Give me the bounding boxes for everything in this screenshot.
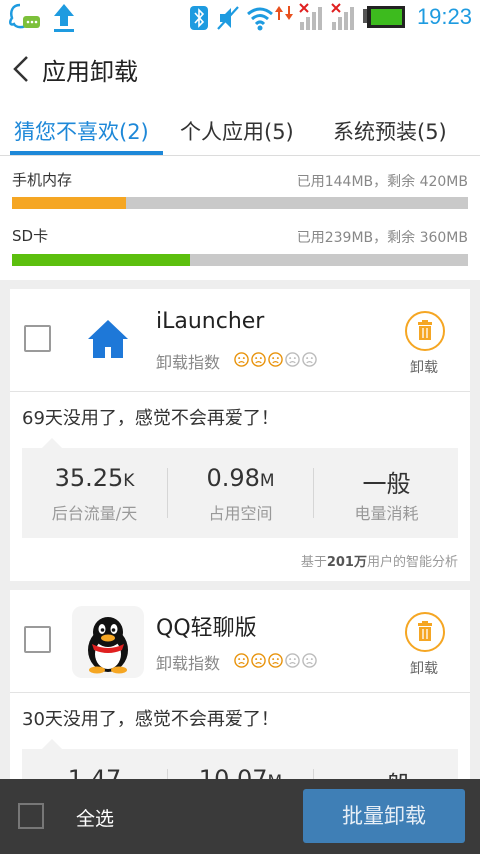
app-stats: 35.25K 后台流量/天 0.98M 占用空间 一般 电量消耗 [22, 448, 458, 538]
status-bar: 19:23 [0, 0, 480, 36]
analysis-note: 基于201万用户的智能分析 [301, 551, 458, 570]
app-comment: 69天没用了，感觉不会再爱了！ [22, 408, 279, 429]
stats-pointer [42, 438, 62, 448]
stat-label: 后台流量/天 [51, 504, 138, 523]
mute-icon [217, 6, 239, 30]
app-checkbox[interactable] [24, 325, 51, 352]
qq-penguin-app-icon [72, 606, 144, 678]
stat-label: 电量消耗 [354, 504, 419, 523]
analysis-prefix: 基于 [300, 555, 327, 570]
battery-icon [363, 6, 405, 28]
page-title: 应用卸载 [42, 58, 138, 86]
app-header: 应用卸载 [0, 36, 480, 102]
app-name: QQ轻聊版 [156, 616, 257, 641]
uninstall-index-rating [234, 653, 317, 668]
stat-value: 35.25 [54, 464, 124, 492]
card-divider [10, 391, 470, 392]
stat-battery: 一般 电量消耗 [314, 448, 459, 538]
sad-face-empty-icon [285, 352, 300, 367]
sad-face-icon [251, 653, 266, 668]
storage-panel: 手机内存 已用144MB，剩余 420MB SD卡 已用239MB，剩余 360… [0, 156, 480, 280]
tab-disliked[interactable]: 猜您不喜欢(2) [14, 116, 149, 146]
tab-personal-apps[interactable]: 个人应用(5) [180, 116, 294, 146]
wifi-icon [247, 7, 273, 31]
stat-unit: M [259, 471, 275, 491]
uninstall-index-rating [234, 352, 317, 367]
uninstall-label: 卸载 [410, 661, 438, 677]
card-divider [10, 692, 470, 693]
stat-unit: K [123, 471, 135, 491]
uninstall-button[interactable] [405, 311, 445, 351]
select-all-label[interactable]: 全选 [76, 804, 114, 831]
sad-face-empty-icon [302, 352, 317, 367]
data-transfer-icon [275, 6, 293, 20]
back-arrow-icon[interactable] [10, 54, 32, 84]
sad-face-icon [251, 352, 266, 367]
phone-storage-label: 手机内存 [12, 171, 73, 189]
phone-storage-used-fill [12, 197, 126, 209]
trash-icon [418, 320, 432, 340]
app-name: iLauncher [156, 309, 265, 334]
analysis-suffix: 用户的智能分析 [366, 555, 458, 570]
sad-face-empty-icon [285, 653, 300, 668]
tab-bar: 猜您不喜欢(2) 个人应用(5) 系统预装(5) [0, 102, 480, 156]
stats-pointer [42, 739, 62, 749]
stat-value: 一般 [362, 470, 411, 498]
tab-preinstalled[interactable]: 系统预装(5) [333, 116, 447, 146]
stat-label: 占用空间 [208, 504, 273, 523]
uninstall-label: 卸载 [410, 360, 438, 376]
ilauncher-app-icon [88, 320, 128, 358]
stat-space: 0.98M 占用空间 [168, 448, 313, 538]
app-card-qq: QQ轻聊版 卸载指数 卸载 30天没用了，感觉不会再爱了！ 1.47 10.07… [10, 590, 470, 839]
sad-face-icon [234, 352, 249, 367]
app-comment: 30天没用了，感觉不会再爱了！ [22, 709, 279, 730]
sd-storage-label: SD卡 [12, 227, 49, 245]
signal-no-service-icon [299, 3, 322, 30]
upload-icon [54, 4, 74, 32]
sad-face-icon [234, 653, 249, 668]
qq-chat-icon [9, 3, 40, 29]
analysis-count: 201万 [326, 555, 367, 570]
sad-face-empty-icon [302, 653, 317, 668]
app-checkbox[interactable] [24, 626, 51, 653]
select-all-checkbox[interactable] [18, 803, 44, 829]
uninstall-button[interactable] [405, 612, 445, 652]
signal-no-service-icon [331, 3, 354, 30]
sd-storage-info: 已用239MB，剩余 360MB [296, 230, 468, 246]
uninstall-index-label: 卸载指数 [156, 353, 221, 372]
sad-face-icon [268, 352, 283, 367]
uninstall-index-label: 卸载指数 [156, 654, 221, 673]
phone-storage-info: 已用144MB，剩余 420MB [296, 174, 468, 190]
bottom-action-bar: 全选 批量卸载 [0, 779, 480, 854]
stat-value: 0.98 [206, 464, 260, 492]
app-card-ilauncher: iLauncher 卸载指数 卸载 69天没用了，感觉不会再爱了！ 35.25K… [10, 289, 470, 581]
sd-storage-used-fill [12, 254, 190, 266]
batch-uninstall-button[interactable]: 批量卸载 [303, 789, 465, 843]
status-time: 19:23 [416, 4, 472, 29]
sad-face-icon [268, 653, 283, 668]
stat-traffic: 35.25K 后台流量/天 [22, 448, 167, 538]
bluetooth-icon [190, 6, 208, 30]
trash-icon [418, 621, 432, 641]
active-tab-indicator [10, 151, 163, 155]
sd-storage-bar [12, 254, 468, 266]
phone-storage-bar [12, 197, 468, 209]
